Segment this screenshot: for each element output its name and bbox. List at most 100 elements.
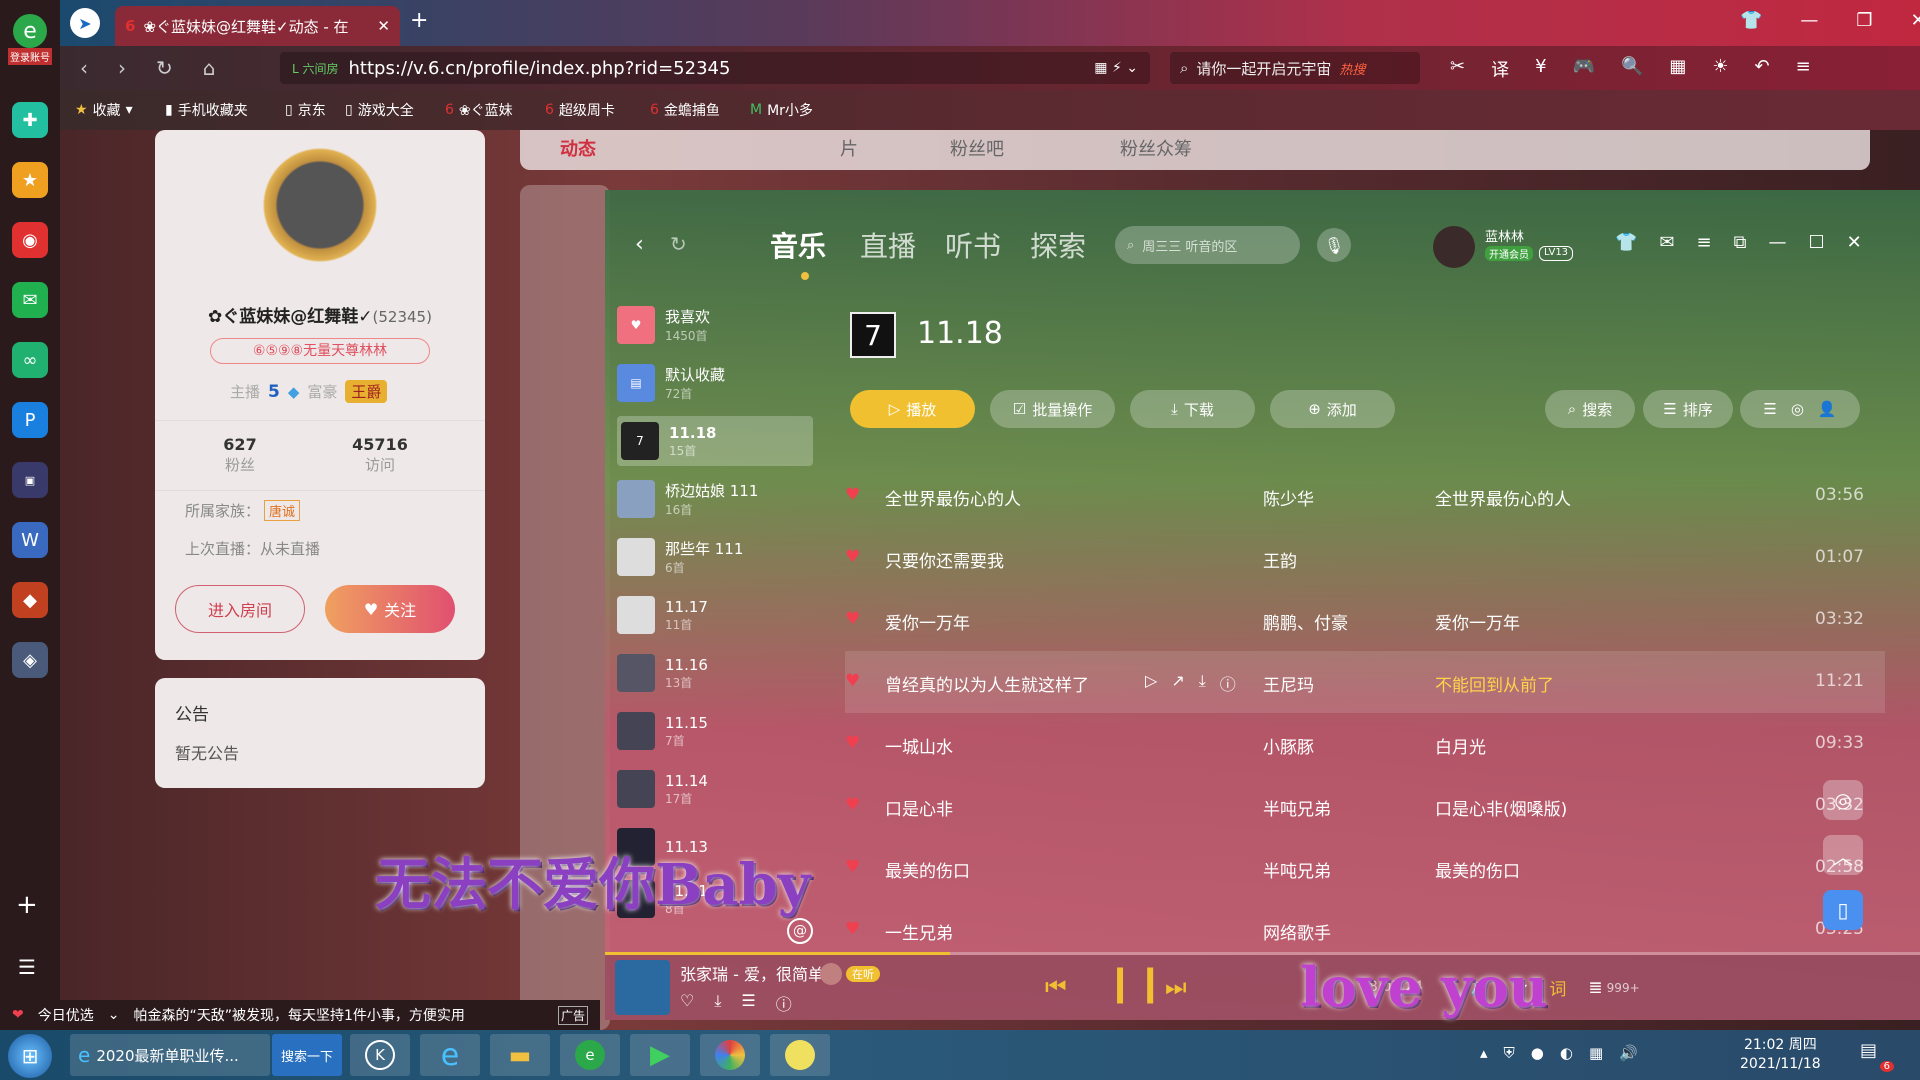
song-artist[interactable]: 鹏鹏、付豪 [1263, 609, 1348, 634]
link-icon[interactable]: ∞ [12, 342, 48, 378]
song-artist[interactable]: 陈少华 [1263, 485, 1314, 510]
tab-dynamic[interactable]: 动态 [560, 135, 596, 161]
start-button[interactable]: ⊞ [8, 1034, 52, 1078]
mail-icon[interactable]: ✉ [12, 282, 48, 318]
mail-icon[interactable]: ✉ [1659, 232, 1674, 253]
menu-icon[interactable]: ≡ [1697, 232, 1712, 253]
network-icon[interactable]: ▦ [1589, 1044, 1603, 1062]
enter-room-button[interactable]: 进入房间 [175, 585, 305, 633]
nav-live[interactable]: 直播 [860, 225, 916, 265]
song-artist[interactable]: 半吨兄弟 [1263, 795, 1331, 820]
song-artist[interactable]: 半吨兄弟 [1263, 857, 1331, 882]
tab-video[interactable]: 片 [840, 135, 858, 161]
minimize-icon[interactable]: — [1768, 232, 1786, 253]
song-artist[interactable]: 王尼玛 [1263, 671, 1314, 696]
heart-icon[interactable]: ♥ [845, 857, 860, 877]
visits-stat[interactable]: 45716 访问 [335, 435, 425, 475]
browser-logo[interactable]: e 登录账号 [4, 14, 56, 70]
pause-icon[interactable]: ❙❙ [1105, 963, 1165, 1004]
song-album[interactable]: 最美的伤口 [1435, 857, 1520, 882]
sort-button[interactable]: ☰ 排序 [1643, 390, 1733, 428]
song-album[interactable]: 口是心非(烟嗓版) [1435, 795, 1567, 820]
back-icon[interactable]: ‹ [80, 56, 88, 80]
desktop-lyric-line2[interactable]: love you [1300, 955, 1548, 1019]
taskbar-folder[interactable]: ▬ [490, 1034, 550, 1076]
taskbar-player[interactable]: ▶ [630, 1034, 690, 1076]
song-row-hover[interactable]: ♥ 曾经真的以为人生就这样了 ▷ ↗ ⤓ ⓘ 王尼玛 不能回到从前了 11:21 [845, 651, 1885, 713]
qr-icon[interactable]: ▦ ⚡ ⌄ [1094, 60, 1138, 76]
bookmark-item[interactable]: ▮ 手机收藏夹 [165, 100, 248, 120]
taskbar-browser[interactable]: e [560, 1034, 620, 1076]
search-field[interactable]: ⌕ 请你一起开启元宇宙 热搜 [1170, 52, 1420, 84]
phone-button[interactable]: ▯ [1823, 890, 1863, 930]
playlist-item[interactable]: 11.17 11首 [617, 590, 807, 640]
scissors-icon[interactable]: ✂ [1450, 56, 1465, 82]
star-icon[interactable]: ★ [12, 162, 48, 198]
share-icon[interactable]: ↗ [1171, 671, 1184, 695]
locate-icon[interactable]: ◎ [1791, 400, 1804, 418]
lyric-toggle[interactable]: 词 [1549, 975, 1566, 1000]
playlist-item[interactable]: 桥边姑娘 111 16首 [617, 474, 807, 524]
refresh-icon[interactable]: ↻ [156, 56, 173, 80]
chevron-down-icon[interactable]: ⌄ [108, 1007, 120, 1023]
song-artist[interactable]: 网络歌手 [1263, 919, 1331, 944]
heart-icon[interactable]: ♥ [845, 919, 860, 939]
bookmark-item[interactable]: M Mr小多 [750, 100, 813, 120]
now-playing-title[interactable]: 张家瑞 - 爱，很简单 [680, 961, 824, 985]
nav-explore[interactable]: 探索 [1030, 225, 1086, 265]
translate-icon[interactable]: 译 [1491, 56, 1509, 82]
taskbar-music[interactable] [770, 1034, 830, 1076]
coin-icon[interactable]: ¥ [1535, 56, 1546, 82]
song-artist[interactable]: 小豚豚 [1263, 733, 1314, 758]
playlist-item-active[interactable]: 7 11.18 15首 [617, 416, 813, 466]
heart-icon[interactable]: ♥ [845, 733, 860, 753]
playlist-item[interactable]: 那些年 111 6首 [617, 532, 807, 582]
new-tab-icon[interactable]: + [410, 8, 428, 33]
heart-icon[interactable]: ♥ [845, 609, 860, 629]
game-icon[interactable]: ▣ [12, 462, 48, 498]
music-search-input[interactable]: ⌕ 周三三 听音的区 [1115, 226, 1300, 264]
nav-audiobook[interactable]: 听书 [945, 225, 1001, 265]
heart-icon[interactable]: ♥ [845, 547, 860, 567]
bookmark-item[interactable]: 6 超级周卡 [545, 100, 615, 120]
bookmark-item[interactable]: 6 金蟾捕鱼 [650, 100, 720, 120]
song-artist[interactable]: 王韵 [1263, 547, 1297, 572]
list-icon[interactable]: ☰ [1763, 400, 1776, 418]
play-all-button[interactable]: ▷ 播放 [850, 390, 975, 428]
fans-stat[interactable]: 627 粉丝 [195, 435, 285, 475]
song-album[interactable]: 爱你一万年 [1435, 609, 1520, 634]
login-label[interactable]: 登录账号 [8, 48, 52, 65]
playlist-item[interactable]: 11.15 7首 [617, 706, 807, 756]
playlist-item[interactable]: ♥ 我喜欢 1450首 [617, 300, 807, 350]
nav-arrow-icon[interactable]: ➤ [70, 8, 100, 38]
skin-icon[interactable]: 👕 [1615, 232, 1637, 253]
family-badge[interactable]: 唐诚 [264, 500, 301, 521]
lyric-lock-icon[interactable]: @ [787, 918, 813, 944]
home-icon[interactable]: ⌂ [203, 56, 216, 80]
user-icon[interactable]: 👤 [1818, 400, 1837, 418]
info-icon[interactable]: ⓘ [776, 991, 792, 1015]
download-button[interactable]: ⤓ 下载 [1130, 390, 1255, 428]
list-search-button[interactable]: ⌕ 搜索 [1545, 390, 1635, 428]
desktop-lyric-line1[interactable]: 无法不爱你Baby [375, 840, 810, 921]
p-app-icon[interactable]: P [12, 402, 48, 438]
tray-up-icon[interactable]: ▴ [1480, 1044, 1488, 1062]
maximize-icon[interactable]: ☐ [1808, 232, 1824, 253]
volume-icon[interactable]: 🔊 [1619, 1044, 1638, 1062]
heart-icon[interactable]: ♥ [845, 795, 860, 815]
like-icon[interactable]: ♡ [680, 991, 694, 1015]
view-toggle[interactable]: ☰ ◎ 👤 [1740, 390, 1860, 428]
avatar[interactable] [245, 130, 395, 280]
clock[interactable]: 21:02 周四 2021/11/18 [1740, 1036, 1821, 1074]
info-icon[interactable]: ⓘ [1220, 671, 1236, 695]
download-icon[interactable]: ⤓ [714, 991, 721, 1015]
refresh-icon[interactable]: ↻ [670, 232, 687, 256]
playlist-item[interactable]: ▤ 默认收藏 72首 [617, 358, 807, 408]
now-playing-cover[interactable] [615, 960, 670, 1015]
forward-icon[interactable]: › [118, 56, 126, 80]
heart-icon[interactable]: ♥ [845, 671, 860, 691]
news-label[interactable]: 今日优选 [38, 1005, 94, 1025]
user-name[interactable]: 蓝林林 [1485, 226, 1524, 245]
bookmark-item[interactable]: ▯ 京东 [285, 100, 326, 120]
vip-badge[interactable]: 开通会员 [1485, 246, 1533, 261]
